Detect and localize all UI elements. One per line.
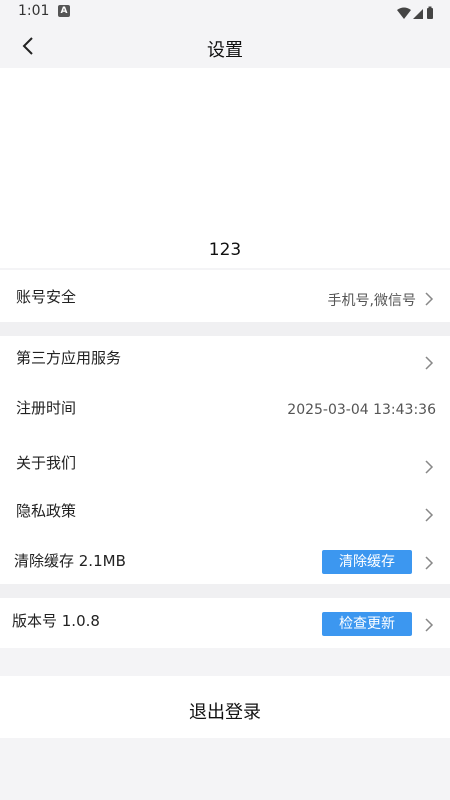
section-divider: [0, 322, 450, 336]
chevron-right-icon: [425, 292, 434, 306]
chevron-right-icon: [425, 618, 434, 632]
account-security-label: 账号安全: [16, 288, 77, 306]
username: 123: [208, 240, 242, 260]
clear-cache-label: 清除缓存 2.1MB: [14, 552, 126, 570]
clear-cache-button[interactable]: 清除缓存: [322, 550, 412, 574]
account-security-value: 手机号,微信号: [327, 293, 416, 309]
nav-bar: 设置: [0, 24, 450, 68]
chevron-right-icon: [425, 460, 434, 474]
privacy-policy-label: 隐私政策: [16, 502, 77, 520]
section-divider: [0, 584, 450, 598]
signal-icon: [413, 9, 423, 19]
chevron-right-icon: [425, 556, 434, 570]
battery-icon: [427, 6, 433, 19]
register-time-row: 注册时间 2025-03-04 13:43:36: [0, 386, 450, 438]
about-us-row[interactable]: 关于我们: [0, 438, 450, 488]
status-bar: 1:01 A: [0, 0, 450, 24]
version-label: 版本号 1.0.8: [12, 612, 100, 630]
chevron-right-icon: [425, 356, 434, 370]
notification-icon: A: [58, 5, 70, 17]
chevron-right-icon: [425, 508, 434, 522]
profile-section: 123: [0, 68, 450, 268]
privacy-policy-row[interactable]: 隐私政策: [0, 488, 450, 538]
status-icons: [396, 5, 436, 24]
wifi-icon: [397, 7, 411, 19]
about-us-label: 关于我们: [16, 454, 77, 472]
version-row: 版本号 1.0.8 检查更新: [0, 598, 450, 648]
clear-cache-row: 清除缓存 2.1MB 清除缓存: [0, 538, 450, 584]
third-party-services-row[interactable]: 第三方应用服务: [0, 336, 450, 386]
register-time-label: 注册时间: [16, 399, 77, 417]
check-update-button[interactable]: 检查更新: [322, 612, 412, 636]
register-time-value: 2025-03-04 13:43:36: [287, 402, 436, 418]
page-title: 设置: [207, 40, 243, 61]
logout-label: 退出登录: [189, 702, 261, 723]
status-time: 1:01: [18, 3, 50, 19]
account-security-row[interactable]: 账号安全 手机号,微信号: [0, 270, 450, 322]
third-party-services-label: 第三方应用服务: [16, 349, 122, 367]
logout-button[interactable]: 退出登录: [0, 676, 450, 738]
